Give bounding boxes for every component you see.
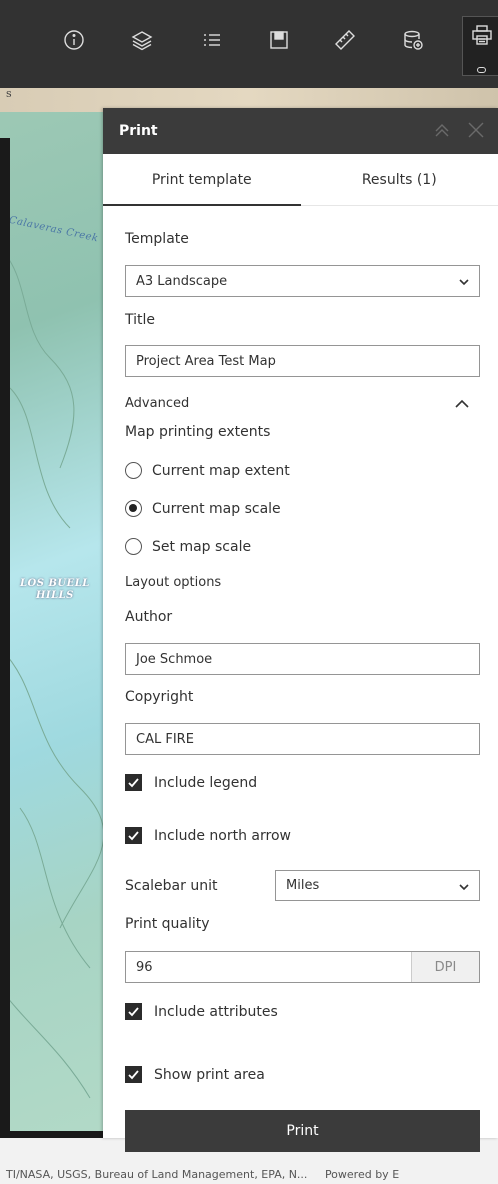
- radio-label: Current map scale: [152, 500, 281, 517]
- layout-options-label: Layout options: [125, 575, 222, 590]
- chevron-up-icon: [455, 399, 469, 408]
- checkbox-checked: [125, 827, 142, 844]
- layers-icon: [131, 31, 153, 51]
- include-attributes-checkbox[interactable]: Include attributes: [125, 1003, 480, 1020]
- template-select-value: A3 Landscape: [136, 273, 228, 289]
- list-icon: [204, 34, 220, 46]
- panel-header: Print: [103, 108, 498, 154]
- radio-circle: [125, 462, 142, 479]
- radio-label: Set map scale: [152, 538, 252, 555]
- close-icon[interactable]: [466, 120, 486, 140]
- bookmark-button[interactable]: [262, 23, 296, 57]
- legend-button[interactable]: [195, 23, 229, 57]
- info-button[interactable]: [57, 23, 91, 57]
- tab-print-template[interactable]: Print template: [103, 154, 301, 206]
- attribution-text: TI/NASA, USGS, Bureau of Land Management…: [6, 1168, 308, 1181]
- chevron-down-icon: [459, 279, 469, 286]
- powered-by[interactable]: Powered by E: [325, 1168, 399, 1181]
- checkbox-label: Show print area: [154, 1066, 265, 1083]
- checkbox-checked: [125, 1003, 142, 1020]
- advanced-label: Advanced: [125, 396, 190, 411]
- radio-current-map-scale[interactable]: Current map scale: [125, 500, 480, 517]
- show-print-area-checkbox[interactable]: Show print area: [125, 1066, 480, 1083]
- print-quality-value: 96: [136, 959, 153, 975]
- widget-toolbar: [0, 0, 498, 88]
- scalebar-select-value: Miles: [286, 878, 320, 893]
- title-label: Title: [125, 312, 156, 328]
- checkbox-label: Include attributes: [154, 1003, 278, 1020]
- add-data-button[interactable]: [396, 23, 430, 57]
- extents-label: Map printing extents: [125, 424, 271, 440]
- copyright-input[interactable]: CAL FIRE: [125, 723, 480, 755]
- advanced-toggle[interactable]: Advanced: [125, 396, 480, 411]
- active-indicator: [477, 67, 486, 73]
- panel-tabs: Print template Results (1): [103, 154, 498, 206]
- scalebar-select[interactable]: Miles: [275, 870, 480, 901]
- chevron-down-icon: [459, 884, 469, 891]
- print-area-frame-left: [0, 138, 10, 1138]
- layers-button[interactable]: [125, 23, 159, 57]
- check-icon: [128, 778, 139, 788]
- radio-label: Current map extent: [152, 462, 290, 479]
- check-icon: [128, 1070, 139, 1080]
- radio-circle: [125, 538, 142, 555]
- author-input[interactable]: Joe Schmoe: [125, 643, 480, 675]
- check-icon: [128, 831, 139, 841]
- author-label: Author: [125, 609, 173, 625]
- radio-set-map-scale[interactable]: Set map scale: [125, 538, 480, 555]
- hills-label-line1: LOS BUELL: [20, 578, 90, 589]
- checkbox-label: Include legend: [154, 774, 258, 791]
- template-select[interactable]: A3 Landscape: [125, 265, 480, 297]
- hills-label-line2: HILLS: [35, 590, 74, 601]
- dpi-suffix: DPI: [411, 952, 479, 982]
- radio-circle-selected: [125, 500, 142, 517]
- map-edge-label: s: [6, 88, 13, 100]
- ruler-icon: [335, 30, 355, 50]
- title-input[interactable]: Project Area Test Map: [125, 345, 480, 377]
- checkbox-label: Include north arrow: [154, 827, 291, 844]
- collapse-icon[interactable]: [432, 120, 452, 140]
- check-icon: [128, 1007, 139, 1017]
- hills-label: LOS BUELL HILLS: [20, 578, 90, 602]
- checkbox-checked: [125, 1066, 142, 1083]
- bookmark-icon: [270, 31, 288, 49]
- print-quality-label: Print quality: [125, 916, 210, 932]
- print-panel: Print Print template Results (1) Templat…: [103, 108, 498, 1152]
- measure-button[interactable]: [328, 23, 362, 57]
- copyright-input-value: CAL FIRE: [136, 731, 194, 747]
- radio-current-map-extent[interactable]: Current map extent: [125, 462, 480, 479]
- printer-icon: [471, 25, 492, 45]
- checkbox-checked: [125, 774, 142, 791]
- template-label: Template: [125, 231, 189, 247]
- print-area-frame-bottom: [0, 1131, 110, 1138]
- print-button[interactable]: Print: [125, 1110, 480, 1152]
- title-input-value: Project Area Test Map: [136, 353, 276, 369]
- print-quality-input[interactable]: 96 DPI: [125, 951, 480, 983]
- info-icon: [64, 30, 84, 50]
- print-widget-button[interactable]: [462, 16, 498, 76]
- author-input-value: Joe Schmoe: [136, 651, 213, 667]
- include-legend-checkbox[interactable]: Include legend: [125, 774, 480, 791]
- tab-results[interactable]: Results (1): [301, 154, 498, 205]
- database-add-icon: [404, 30, 423, 50]
- panel-title: Print: [119, 123, 158, 139]
- copyright-label: Copyright: [125, 689, 194, 705]
- include-north-arrow-checkbox[interactable]: Include north arrow: [125, 827, 480, 844]
